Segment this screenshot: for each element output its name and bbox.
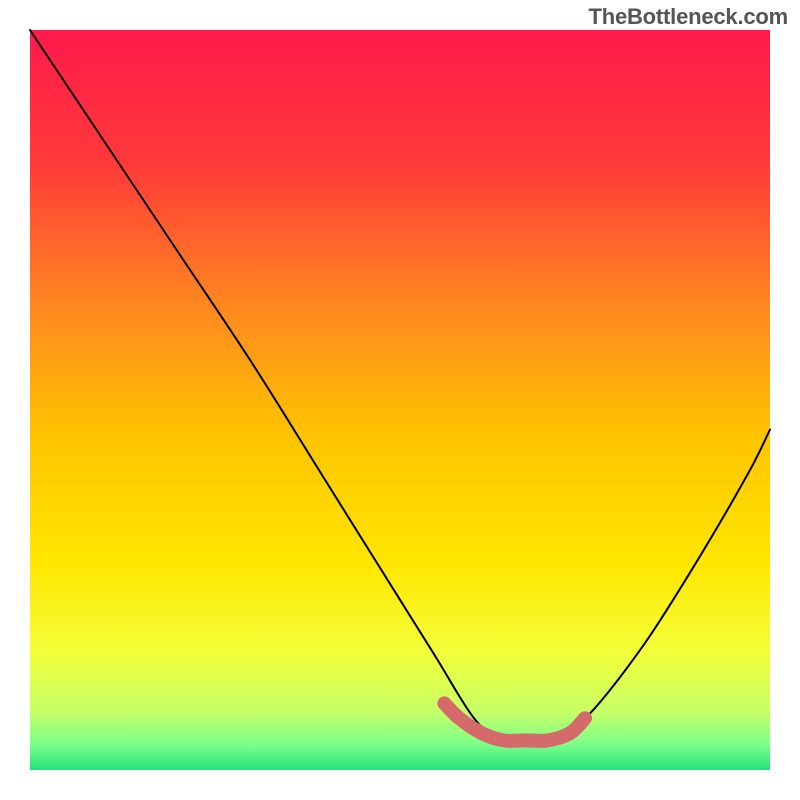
bottleneck-chart [0, 0, 800, 800]
plot-background [30, 30, 770, 770]
chart-stage: TheBottleneck.com [0, 0, 800, 800]
watermark-text: TheBottleneck.com [588, 4, 788, 30]
